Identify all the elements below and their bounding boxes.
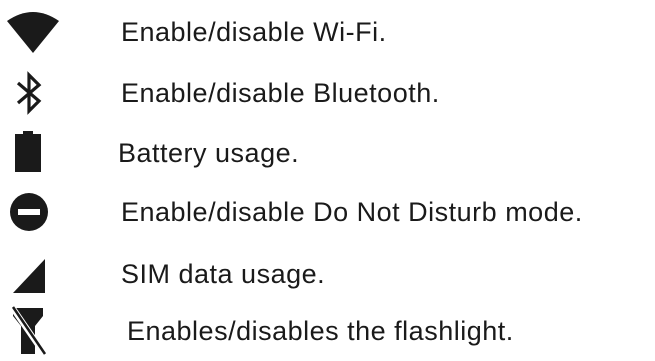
legend-item-label: Enable/disable Do Not Disturb mode. [121,197,583,227]
legend-item-label: Enable/disable Wi-Fi. [121,17,387,47]
sim-signal-icon [11,249,47,299]
battery-icon [14,128,44,178]
legend-item-wifi: Enable/disable Wi-Fi. [0,7,655,57]
legend-item-label: Enable/disable Bluetooth. [121,78,440,108]
do-not-disturb-icon [9,187,49,237]
wifi-icon [4,7,62,57]
legend-item-label: SIM data usage. [121,259,326,289]
legend-item-label: Enables/disables the flashlight. [127,316,514,346]
legend-item-label: Battery usage. [118,138,300,168]
flashlight-icon [11,306,47,356]
icon-legend: Enable/disable Wi-Fi. Enable/disable Blu… [0,0,655,361]
legend-item-battery: Battery usage. [0,128,655,178]
legend-item-sim-data: SIM data usage. [0,249,655,299]
legend-item-do-not-disturb: Enable/disable Do Not Disturb mode. [0,187,655,237]
legend-item-bluetooth: Enable/disable Bluetooth. [0,68,655,118]
legend-item-flashlight: Enables/disables the flashlight. [0,306,655,356]
bluetooth-icon [14,68,44,118]
